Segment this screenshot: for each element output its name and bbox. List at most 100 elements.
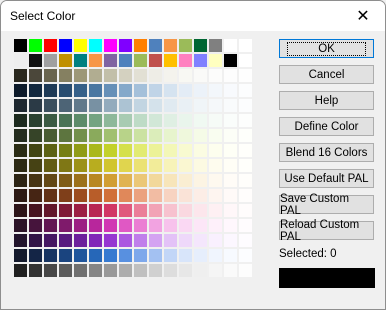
color-swatch[interactable]: [14, 249, 27, 262]
color-swatch[interactable]: [179, 84, 192, 97]
color-swatch[interactable]: [134, 129, 147, 142]
color-swatch[interactable]: [104, 99, 117, 112]
color-swatch[interactable]: [29, 129, 42, 142]
color-swatch[interactable]: [209, 99, 222, 112]
color-swatch[interactable]: [134, 159, 147, 172]
color-swatch[interactable]: [194, 39, 207, 52]
color-swatch[interactable]: [149, 189, 162, 202]
color-swatch[interactable]: [29, 144, 42, 157]
color-swatch[interactable]: [29, 159, 42, 172]
color-swatch[interactable]: [44, 264, 57, 277]
color-swatch[interactable]: [14, 174, 27, 187]
color-swatch[interactable]: [134, 144, 147, 157]
color-swatch[interactable]: [44, 204, 57, 217]
color-swatch[interactable]: [209, 234, 222, 247]
color-swatch[interactable]: [14, 99, 27, 112]
color-swatch[interactable]: [59, 234, 72, 247]
color-swatch[interactable]: [59, 174, 72, 187]
color-swatch[interactable]: [119, 219, 132, 232]
color-swatch[interactable]: [29, 99, 42, 112]
color-swatch[interactable]: [44, 54, 57, 67]
color-swatch[interactable]: [59, 99, 72, 112]
color-swatch[interactable]: [149, 249, 162, 262]
color-swatch[interactable]: [149, 174, 162, 187]
color-swatch[interactable]: [74, 264, 87, 277]
color-swatch[interactable]: [104, 84, 117, 97]
color-swatch[interactable]: [239, 69, 252, 82]
color-swatch[interactable]: [74, 204, 87, 217]
color-swatch[interactable]: [104, 234, 117, 247]
color-swatch[interactable]: [179, 234, 192, 247]
color-swatch[interactable]: [209, 249, 222, 262]
color-swatch[interactable]: [179, 264, 192, 277]
color-swatch[interactable]: [164, 69, 177, 82]
color-swatch[interactable]: [134, 54, 147, 67]
color-swatch[interactable]: [179, 204, 192, 217]
color-swatch[interactable]: [14, 219, 27, 232]
color-swatch[interactable]: [164, 189, 177, 202]
color-swatch[interactable]: [59, 129, 72, 142]
color-swatch[interactable]: [74, 99, 87, 112]
color-swatch[interactable]: [59, 189, 72, 202]
color-swatch[interactable]: [59, 114, 72, 127]
color-swatch[interactable]: [209, 39, 222, 52]
color-swatch[interactable]: [224, 39, 237, 52]
cancel-button[interactable]: Cancel: [279, 65, 374, 84]
color-swatch[interactable]: [134, 249, 147, 262]
color-swatch[interactable]: [59, 39, 72, 52]
color-swatch[interactable]: [239, 264, 252, 277]
color-swatch[interactable]: [29, 249, 42, 262]
color-swatch[interactable]: [104, 204, 117, 217]
color-swatch[interactable]: [29, 39, 42, 52]
color-swatch[interactable]: [104, 114, 117, 127]
reload-custom-pal-button[interactable]: Reload Custom PAL: [279, 219, 374, 243]
define-color-button[interactable]: Define Color: [279, 117, 374, 136]
color-swatch[interactable]: [239, 114, 252, 127]
color-swatch[interactable]: [29, 189, 42, 202]
color-swatch[interactable]: [239, 129, 252, 142]
color-swatch[interactable]: [224, 249, 237, 262]
color-swatch[interactable]: [14, 159, 27, 172]
color-swatch[interactable]: [224, 264, 237, 277]
color-swatch[interactable]: [179, 69, 192, 82]
color-swatch[interactable]: [59, 249, 72, 262]
color-swatch[interactable]: [194, 174, 207, 187]
color-swatch[interactable]: [29, 114, 42, 127]
color-swatch[interactable]: [14, 264, 27, 277]
color-swatch[interactable]: [164, 159, 177, 172]
close-icon[interactable]: ✕: [341, 1, 385, 31]
color-swatch[interactable]: [134, 204, 147, 217]
color-swatch[interactable]: [209, 189, 222, 202]
color-swatch[interactable]: [224, 129, 237, 142]
color-swatch[interactable]: [239, 249, 252, 262]
color-swatch[interactable]: [149, 114, 162, 127]
color-swatch[interactable]: [224, 84, 237, 97]
color-swatch[interactable]: [164, 174, 177, 187]
color-swatch[interactable]: [194, 144, 207, 157]
color-swatch[interactable]: [59, 264, 72, 277]
color-swatch[interactable]: [134, 219, 147, 232]
color-swatch[interactable]: [89, 129, 102, 142]
color-swatch[interactable]: [239, 159, 252, 172]
color-swatch[interactable]: [224, 234, 237, 247]
color-swatch[interactable]: [224, 99, 237, 112]
color-swatch[interactable]: [164, 264, 177, 277]
color-swatch[interactable]: [194, 84, 207, 97]
color-swatch[interactable]: [14, 84, 27, 97]
color-swatch[interactable]: [104, 159, 117, 172]
color-swatch[interactable]: [44, 249, 57, 262]
blend-16-colors-button[interactable]: Blend 16 Colors: [279, 143, 374, 162]
color-swatch[interactable]: [14, 54, 27, 67]
color-swatch[interactable]: [89, 144, 102, 157]
color-swatch[interactable]: [59, 219, 72, 232]
color-swatch[interactable]: [224, 159, 237, 172]
color-swatch[interactable]: [59, 69, 72, 82]
color-swatch[interactable]: [179, 189, 192, 202]
color-swatch[interactable]: [89, 159, 102, 172]
color-swatch[interactable]: [224, 174, 237, 187]
color-swatch[interactable]: [194, 234, 207, 247]
color-swatch[interactable]: [44, 39, 57, 52]
color-swatch[interactable]: [194, 54, 207, 67]
color-swatch[interactable]: [149, 129, 162, 142]
color-swatch[interactable]: [104, 54, 117, 67]
